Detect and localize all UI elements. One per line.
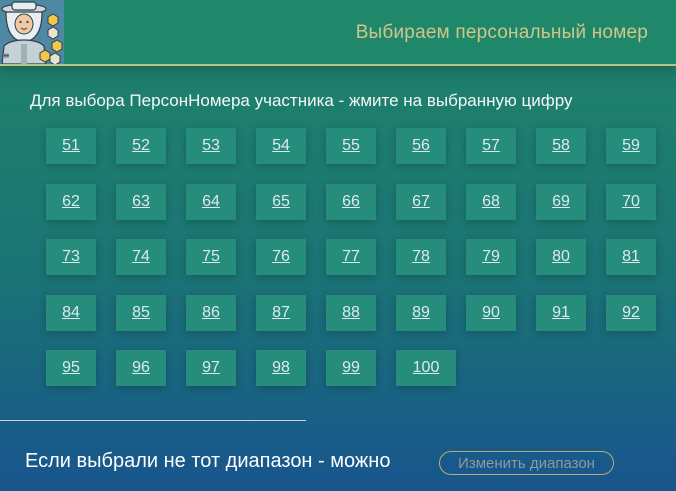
number-button-54[interactable]: 54 [256, 128, 306, 164]
number-button-100[interactable]: 100 [396, 350, 456, 386]
number-button-66[interactable]: 66 [326, 183, 376, 220]
number-button-63[interactable]: 63 [116, 183, 166, 220]
number-button-85[interactable]: 85 [116, 294, 166, 331]
number-button-67[interactable]: 67 [396, 183, 446, 220]
number-button-70[interactable]: 70 [606, 183, 656, 220]
number-button-96[interactable]: 96 [116, 350, 166, 386]
change-range-hint: Если выбрали не тот диапазон - можно [25, 450, 391, 472]
number-button-56[interactable]: 56 [396, 128, 446, 164]
instruction-text: Для выбора ПерсонНомера участника - жмит… [30, 91, 573, 110]
number-button-73[interactable]: 73 [46, 239, 96, 275]
number-button-78[interactable]: 78 [396, 239, 446, 275]
number-button-57[interactable]: 57 [466, 128, 516, 164]
number-button-77[interactable]: 77 [326, 239, 376, 275]
number-button-53[interactable]: 53 [186, 128, 236, 164]
number-button-51[interactable]: 51 [46, 128, 96, 164]
number-button-95[interactable]: 95 [46, 350, 96, 386]
number-button-55[interactable]: 55 [326, 128, 376, 164]
number-button-99[interactable]: 99 [326, 350, 376, 386]
number-button-84[interactable]: 84 [46, 294, 96, 331]
number-button-64[interactable]: 64 [186, 183, 236, 220]
number-button-58[interactable]: 58 [536, 128, 586, 164]
number-button-79[interactable]: 79 [466, 239, 516, 275]
number-button-74[interactable]: 74 [116, 239, 166, 275]
number-button-52[interactable]: 52 [116, 128, 166, 164]
page-title: Выбираем персональный номер [355, 22, 648, 43]
number-button-97[interactable]: 97 [186, 350, 236, 386]
number-button-90[interactable]: 90 [466, 294, 516, 331]
divider [0, 420, 306, 421]
change-range-button[interactable]: Изменить диапазон [439, 451, 614, 475]
number-button-59[interactable]: 59 [606, 128, 656, 164]
number-button-91[interactable]: 91 [536, 294, 586, 331]
number-button-89[interactable]: 89 [396, 294, 446, 331]
number-button-81[interactable]: 81 [606, 239, 656, 275]
number-button-62[interactable]: 62 [46, 183, 96, 220]
number-button-87[interactable]: 87 [256, 294, 306, 331]
number-button-88[interactable]: 88 [326, 294, 376, 331]
number-button-68[interactable]: 68 [466, 183, 516, 220]
svg-text:≡: ≡ [3, 51, 10, 60]
number-button-75[interactable]: 75 [186, 239, 236, 275]
number-button-92[interactable]: 92 [606, 294, 656, 331]
beekeeper-avatar-icon: ≡ [0, 0, 64, 64]
header-bar: ≡ Выбираем персональный номер [0, 0, 676, 66]
number-button-86[interactable]: 86 [186, 294, 236, 331]
number-button-76[interactable]: 76 [256, 239, 306, 275]
number-button-69[interactable]: 69 [536, 183, 586, 220]
number-button-80[interactable]: 80 [536, 239, 586, 275]
number-button-65[interactable]: 65 [256, 183, 306, 220]
number-button-98[interactable]: 98 [256, 350, 306, 386]
